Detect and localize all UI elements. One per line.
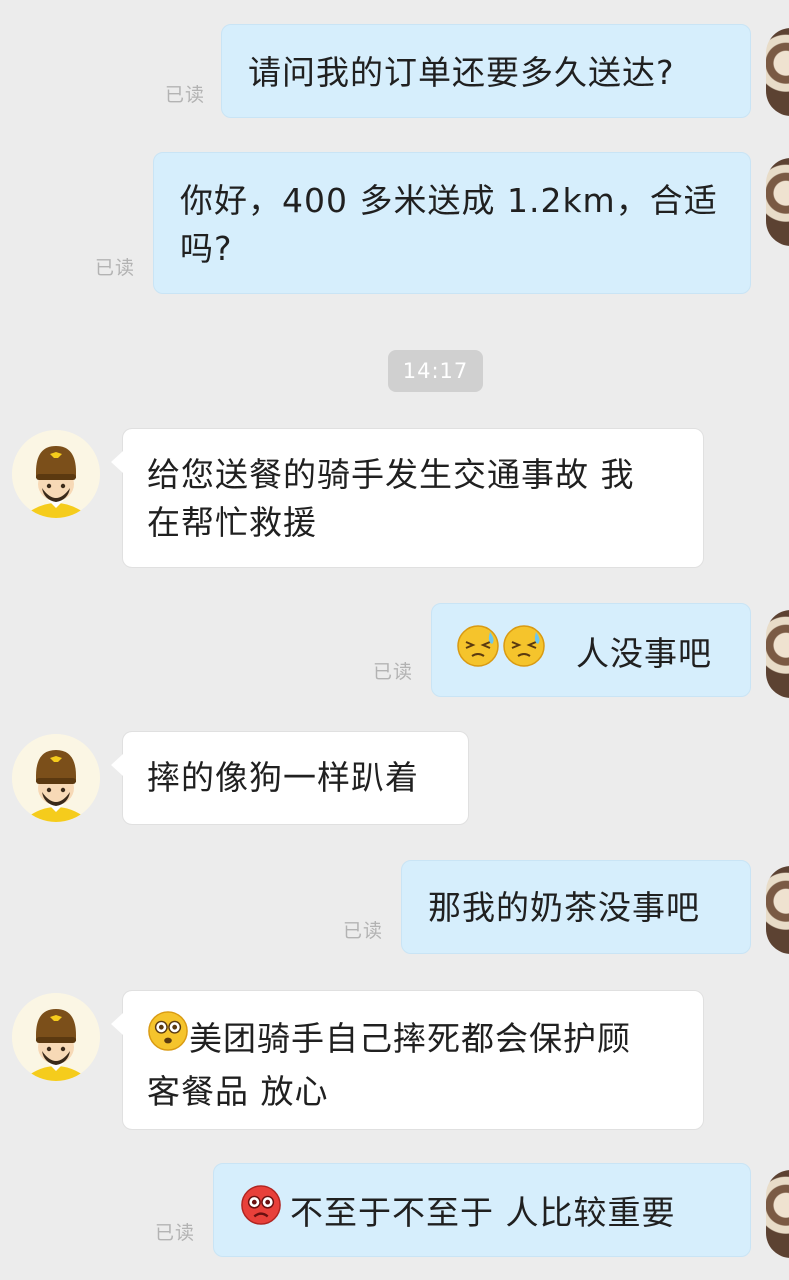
message-text: 不至于不至于 人比较重要 <box>290 1193 676 1232</box>
user-avatar[interactable] <box>766 28 789 116</box>
rider-avatar[interactable] <box>12 993 100 1081</box>
user-avatar[interactable] <box>766 866 789 954</box>
timestamp-divider: 14:17 <box>388 350 483 392</box>
user-avatar[interactable] <box>766 1170 789 1258</box>
message-bubble[interactable]: 请问我的订单还要多久送达? <box>221 24 751 118</box>
message-bubble[interactable]: 那我的奶茶没事吧 <box>401 860 751 954</box>
message-text: 人没事吧 <box>576 634 712 673</box>
message-text: 请问我的订单还要多久送达? <box>248 53 675 92</box>
message-bubble[interactable]: 美团骑手自己摔死都会保护顾 客餐品 放心 <box>111 990 704 1130</box>
message-text: 摔的像狗一样趴着 <box>147 758 419 797</box>
user-avatar[interactable] <box>766 158 789 246</box>
message-bubble[interactable]: 你好，400 多米送成 1.2km，合适 吗? <box>153 152 751 294</box>
message-bubble[interactable]: 人没事吧 <box>431 603 751 697</box>
chat-screen: 已读 请问我的订单还要多久送达? 已读 你好，400 多米送成 1.2km，合适… <box>0 0 789 1280</box>
message-bubble[interactable]: 摔的像狗一样趴着 <box>111 731 469 825</box>
message-bubble[interactable]: 给您送餐的骑手发生交通事故 我 在帮忙救援 <box>111 428 704 568</box>
angry-face-emoji-icon <box>240 1184 282 1239</box>
sweat-squint-emoji-icon <box>502 624 546 681</box>
sweat-squint-emoji-icon <box>456 624 500 681</box>
rider-avatar[interactable] <box>12 430 100 518</box>
rider-avatar[interactable] <box>12 734 100 822</box>
message-text-line: 给您送餐的骑手发生交通事故 我 <box>147 455 635 494</box>
message-text: 那我的奶茶没事吧 <box>428 888 700 927</box>
shocked-face-emoji-icon <box>147 1010 189 1065</box>
read-receipt: 已读 <box>343 920 384 942</box>
read-receipt: 已读 <box>373 661 414 683</box>
message-text-line: 在帮忙救援 <box>147 503 317 542</box>
message-text-line: 客餐品 放心 <box>147 1072 329 1111</box>
read-receipt: 已读 <box>155 1222 196 1244</box>
message-text-line: 美团骑手自己摔死都会保护顾 <box>189 1019 631 1058</box>
read-receipt: 已读 <box>165 84 206 106</box>
message-bubble[interactable]: 不至于不至于 人比较重要 <box>213 1163 751 1257</box>
read-receipt: 已读 <box>95 257 136 279</box>
message-text-line: 吗? <box>180 229 233 268</box>
message-text-line: 你好，400 多米送成 1.2km，合适 <box>180 181 718 220</box>
user-avatar[interactable] <box>766 610 789 698</box>
